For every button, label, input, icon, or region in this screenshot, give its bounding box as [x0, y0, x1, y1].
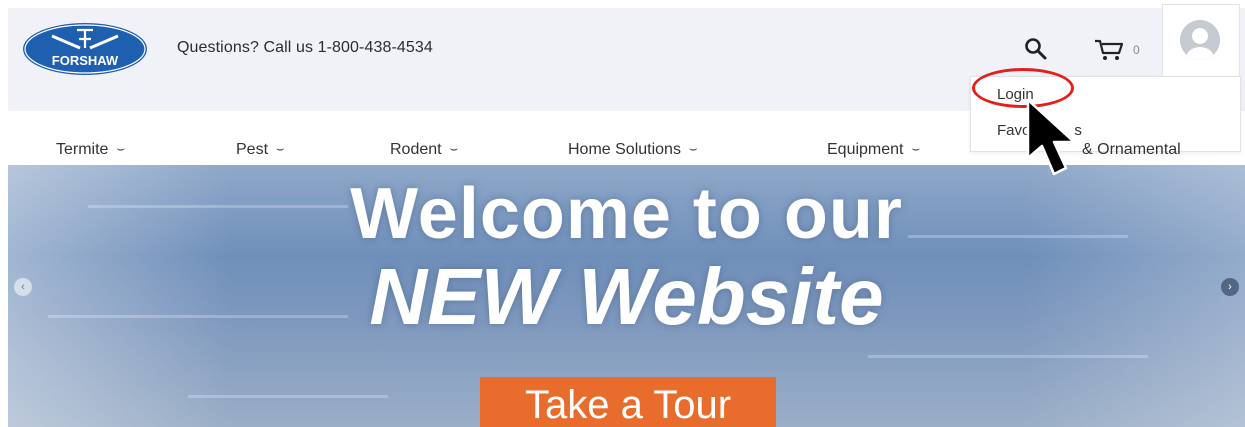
carousel-prev-icon[interactable]: ‹ [14, 278, 32, 296]
forshaw-logo[interactable]: FORSHAW [22, 22, 148, 76]
support-phone-text: Questions? Call us 1-800-438-4534 [177, 39, 433, 56]
hero-banner: Welcome to our NEW Website Take a Tour ‹… [8, 165, 1245, 427]
nav-item-rodent[interactable]: Rodent ⌣ [390, 141, 458, 159]
chevron-down-icon: ⌣ [911, 141, 921, 156]
cart-icon[interactable] [1093, 36, 1125, 62]
carousel-next-icon[interactable]: › [1221, 278, 1239, 296]
mouse-pointer-icon [1026, 98, 1076, 176]
cart-count: 0 [1133, 43, 1140, 57]
hero-streak [868, 355, 1148, 358]
chevron-down-icon: ⌣ [449, 141, 459, 156]
user-avatar-icon[interactable] [1180, 20, 1220, 60]
nav-item-termite[interactable]: Termite ⌣ [56, 141, 125, 159]
nav-item-equipment[interactable]: Equipment ⌣ [827, 141, 920, 159]
nav-item-ornamental[interactable]: & Ornamental [1082, 141, 1181, 159]
chevron-down-icon: ⌣ [116, 141, 126, 156]
account-menu-toggle[interactable] [1162, 4, 1240, 76]
chevron-down-icon: ⌣ [276, 141, 285, 156]
nav-item-pest[interactable]: Pest ⌣ [236, 141, 285, 159]
search-icon[interactable] [1023, 36, 1049, 62]
nav-label: Equipment [827, 141, 904, 158]
nav-label: Rodent [390, 141, 442, 158]
hero-heading-line2: NEW Website [369, 252, 884, 341]
nav-label: Home Solutions [568, 141, 681, 158]
logo-text: FORSHAW [52, 53, 119, 68]
chevron-down-icon: ⌣ [688, 141, 698, 156]
nav-label: Termite [56, 141, 109, 158]
hero-streak [188, 395, 388, 398]
nav-item-home-solutions[interactable]: Home Solutions ⌣ [568, 141, 698, 159]
nav-label: Pest [236, 141, 269, 158]
take-a-tour-button[interactable]: Take a Tour [480, 377, 776, 427]
